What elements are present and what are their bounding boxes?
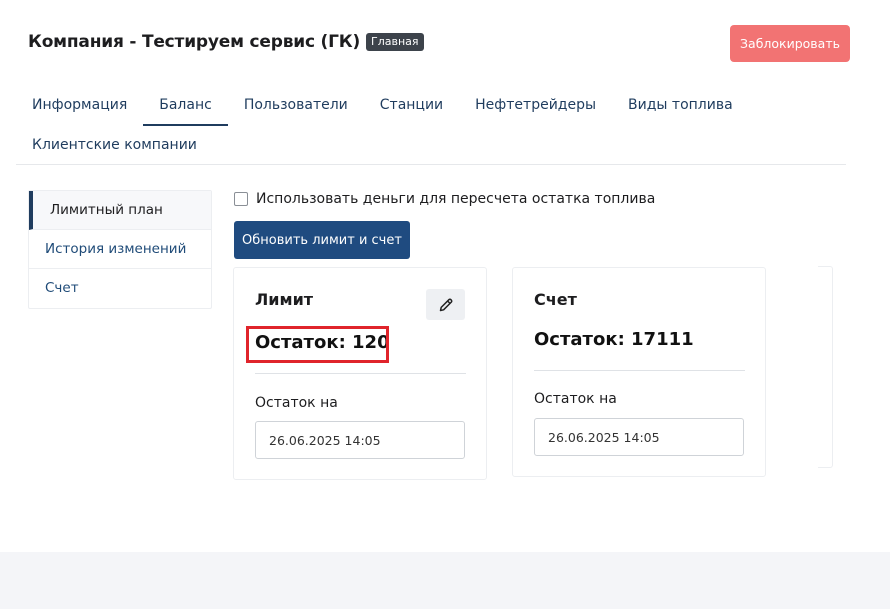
tab-users[interactable]: Пользователи <box>228 84 364 126</box>
edit-limit-button[interactable] <box>426 289 465 320</box>
tab-stations[interactable]: Станции <box>364 84 459 126</box>
use-money-option: Использовать деньги для пересчета остатк… <box>234 191 655 207</box>
page-title: Компания - Тестируем сервис (ГК) <box>28 32 361 52</box>
limit-card-divider <box>255 373 466 374</box>
use-money-checkbox[interactable] <box>234 192 248 206</box>
block-button[interactable]: Заблокировать <box>730 25 850 62</box>
sidebar-item-account[interactable]: Счет <box>29 269 211 308</box>
highlight-box <box>246 326 389 363</box>
tab-client-companies[interactable]: Клиентские компании <box>16 126 213 164</box>
page-header: Компания - Тестируем сервис (ГК) Главная <box>28 32 424 52</box>
sidebar-item-limit-plan[interactable]: Лимитный план <box>29 191 211 230</box>
limit-date-input[interactable] <box>255 421 465 459</box>
sidebar-item-history[interactable]: История изменений <box>29 230 211 269</box>
limit-card-title: Лимит <box>255 290 314 309</box>
tab-info[interactable]: Информация <box>16 84 143 126</box>
main-badge: Главная <box>366 33 424 51</box>
account-date-input[interactable] <box>534 418 744 456</box>
tab-fuel-types[interactable]: Виды топлива <box>612 84 749 126</box>
account-card-divider <box>534 370 745 371</box>
account-card: Счет Остаток: 17111 Остаток на <box>512 267 766 477</box>
limit-card: Лимит Остаток: 120 Остаток на <box>233 267 487 480</box>
account-date-label: Остаток на <box>534 391 617 407</box>
partial-card <box>818 266 833 468</box>
update-limit-button[interactable]: Обновить лимит и счет <box>234 221 410 259</box>
account-card-title: Счет <box>534 290 577 309</box>
tab-oil-traders[interactable]: Нефтетрейдеры <box>459 84 612 126</box>
sidebar-menu: Лимитный план История изменений Счет <box>28 190 212 309</box>
use-money-label[interactable]: Использовать деньги для пересчета остатк… <box>256 191 655 207</box>
pencil-icon <box>439 298 452 311</box>
limit-date-label: Остаток на <box>255 395 338 411</box>
page-content: Компания - Тестируем сервис (ГК) Главная… <box>0 0 890 552</box>
account-remainder: Остаток: 17111 <box>534 329 694 350</box>
tab-divider <box>16 164 846 165</box>
tab-balance[interactable]: Баланс <box>143 84 228 126</box>
tab-bar: Информация Баланс Пользователи Станции Н… <box>16 84 846 164</box>
